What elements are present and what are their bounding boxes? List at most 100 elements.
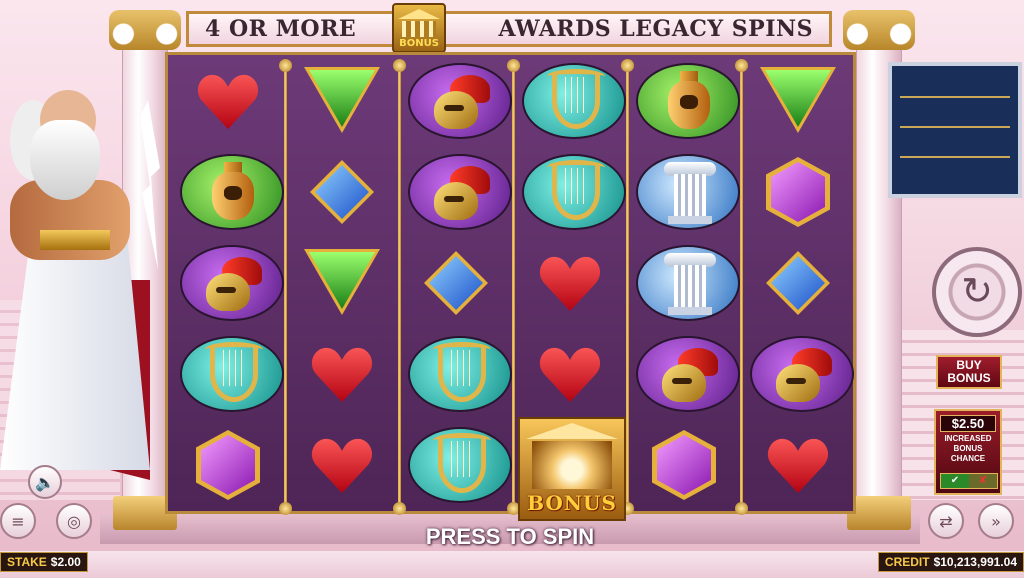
buy-bonus-button[interactable]: BUY BONUS <box>936 355 1002 389</box>
blue-gem-icon <box>310 160 374 224</box>
purple-gem-icon <box>766 157 830 227</box>
info-panel <box>888 62 1022 198</box>
press-to-spin-text: PRESS TO SPIN <box>425 524 595 549</box>
toggle-on-icon[interactable]: ✔ <box>941 474 969 488</box>
menu-button[interactable]: ≡ <box>0 503 36 539</box>
symbol-green-triangle <box>294 61 390 141</box>
banner-bonus-text: BONUS <box>399 38 439 49</box>
pillar-icon <box>636 154 740 230</box>
symbol-heart <box>522 334 618 414</box>
symbol-green-triangle <box>750 61 846 141</box>
blue-gem-icon <box>766 251 830 315</box>
bonus-symbol: BONUS <box>518 417 626 521</box>
bet-settings-button[interactable]: ◎ <box>56 503 92 539</box>
vase-icon <box>636 63 740 139</box>
symbol-blue-diamond <box>294 152 390 232</box>
symbol-helmet <box>408 152 512 232</box>
turbo-icon: » <box>991 511 1001 531</box>
symbol-heart <box>294 425 390 505</box>
info-panel-line <box>900 156 1010 158</box>
reel-divider <box>507 59 520 515</box>
speaker-icon: 🔈 <box>35 472 55 492</box>
symbol-lyre <box>408 334 512 414</box>
symbol-helmet <box>180 243 284 323</box>
reel-divider <box>279 59 292 515</box>
symbol-vase <box>180 152 284 232</box>
bottom-bar <box>0 551 1024 578</box>
helmet-icon <box>408 154 512 230</box>
column-capital <box>843 10 915 50</box>
spin-button[interactable]: ↻ <box>932 247 1022 337</box>
reel-divider <box>393 59 406 515</box>
lyre-icon <box>522 63 626 139</box>
autoplay-icon: ⇄ <box>939 511 953 531</box>
symbol-helmet <box>408 61 512 141</box>
symbol-blue-diamond <box>750 243 846 323</box>
stake-label: STAKE <box>7 555 47 569</box>
zeus-character <box>0 80 170 480</box>
stake-display: STAKE $2.00 <box>0 552 88 572</box>
reel-divider <box>621 59 634 515</box>
sound-button[interactable]: 🔈 <box>28 465 62 499</box>
bonus-chance-amount: $2.50 <box>940 415 996 432</box>
helmet-icon <box>750 336 854 412</box>
symbol-heart <box>294 334 390 414</box>
menu-icon: ≡ <box>11 511 25 531</box>
green-gem-icon <box>304 67 380 133</box>
column-capital <box>109 10 181 50</box>
credit-label: CREDIT <box>884 555 930 569</box>
stake-value: $2.00 <box>50 555 81 569</box>
credit-value: $10,213,991.04 <box>933 555 1017 569</box>
green-gem-icon <box>760 67 836 133</box>
column-base <box>847 496 911 530</box>
vase-icon <box>180 154 284 230</box>
zeus-robe <box>0 240 150 470</box>
heart-icon <box>196 71 260 131</box>
symbol-lyre <box>408 425 512 505</box>
reel-grid: BONUS <box>165 52 856 521</box>
turbo-button[interactable]: » <box>978 503 1014 539</box>
bonus-symbol-text: BONUS <box>527 491 617 515</box>
temple-roof <box>398 9 440 19</box>
symbol-helmet <box>636 334 740 414</box>
credit-display: CREDIT $10,213,991.04 <box>877 552 1024 572</box>
lyre-icon <box>408 427 512 503</box>
toggle-off-icon[interactable]: ✘ <box>969 474 997 488</box>
lyre-icon <box>408 336 512 412</box>
green-gem-icon <box>304 249 380 315</box>
banner-bonus-icon: BONUS <box>392 3 446 53</box>
info-panel-line <box>900 126 1010 128</box>
autoplay-button[interactable]: ⇄ <box>928 503 964 539</box>
temple-hall <box>532 441 612 489</box>
zeus-beard <box>30 120 100 200</box>
heart-icon <box>766 435 830 495</box>
purple-gem-icon <box>652 430 716 500</box>
symbol-heart <box>180 61 276 141</box>
symbol-purple-hexagon <box>180 425 276 505</box>
symbol-pillar <box>636 243 740 323</box>
increased-bonus-chance-panel: $2.50 INCREASED BONUS CHANCE ✔ ✘ <box>934 409 1002 495</box>
heart-icon <box>538 253 602 313</box>
bonus-chance-toggle[interactable]: ✔ ✘ <box>940 473 998 489</box>
coins-icon: ◎ <box>67 511 81 531</box>
heart-icon <box>538 344 602 404</box>
symbol-vase <box>636 61 740 141</box>
symbol-purple-hexagon <box>750 152 846 232</box>
bonus-info-banner: 4 OR MORE AWARDS LEGACY SPINS <box>186 11 832 47</box>
info-panel-line <box>900 96 1010 98</box>
banner-left-text: 4 OR MORE <box>205 16 357 42</box>
symbol-heart <box>750 425 846 505</box>
helmet-icon <box>408 63 512 139</box>
helmet-icon <box>636 336 740 412</box>
lyre-icon <box>180 336 284 412</box>
blue-gem-icon <box>424 251 488 315</box>
heart-icon <box>310 344 374 404</box>
symbol-heart <box>522 243 618 323</box>
symbol-lyre <box>522 61 626 141</box>
symbol-helmet <box>750 334 854 414</box>
helmet-icon <box>180 245 284 321</box>
lightning-bolt-icon <box>140 100 160 270</box>
bonus-chance-caption: INCREASED BONUS CHANCE <box>944 434 992 463</box>
symbol-lyre <box>180 334 284 414</box>
symbol-green-triangle <box>294 243 390 323</box>
